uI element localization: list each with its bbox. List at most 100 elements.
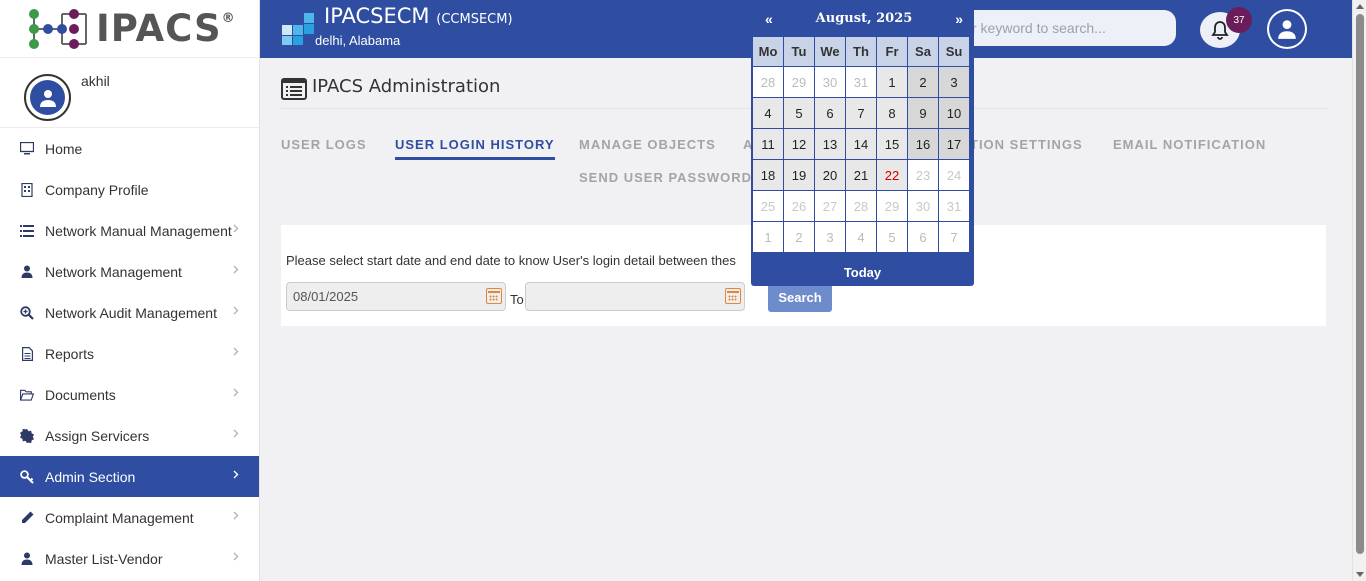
chevron-right-icon — [233, 511, 239, 523]
calendar-day[interactable]: 28 — [753, 67, 783, 97]
calendar-day[interactable]: 28 — [846, 191, 876, 221]
tab-user-logs[interactable]: USER LOGS — [281, 137, 367, 152]
user-avatar-icon — [1278, 20, 1296, 39]
calendar-day[interactable]: 14 — [846, 129, 876, 159]
search-button[interactable]: Search — [768, 283, 832, 312]
sidebar-item-admin-section[interactable]: Admin Section — [0, 456, 259, 497]
calendar-day[interactable]: 5 — [784, 98, 814, 128]
month-label[interactable]: August, 2025 — [816, 11, 913, 26]
tab-manage-objects[interactable]: MANAGE OBJECTS — [579, 137, 716, 152]
calendar-day-today[interactable]: 22 — [877, 160, 907, 190]
calendar-day[interactable]: 8 — [877, 98, 907, 128]
sidebar-item-documents[interactable]: Documents — [0, 374, 259, 415]
search-input[interactable]: r keyword to search... — [960, 10, 1176, 46]
calendar-day[interactable]: 4 — [753, 98, 783, 128]
logo[interactable]: IPACS® — [0, 0, 259, 58]
start-date-value: 08/01/2025 — [293, 289, 359, 304]
calendar-day[interactable]: 16 — [908, 129, 938, 159]
calendar-day[interactable]: 6 — [908, 222, 938, 252]
calendar-day[interactable]: 13 — [815, 129, 845, 159]
calendar-day[interactable]: 3 — [939, 67, 969, 97]
calendar-day[interactable]: 31 — [846, 67, 876, 97]
company-location: delhi, Alabama — [315, 33, 401, 48]
scroll-up-arrow[interactable] — [1356, 4, 1364, 9]
notification-badge: 37 — [1226, 7, 1252, 33]
calendar-day[interactable]: 20 — [815, 160, 845, 190]
sidebar-item-home[interactable]: Home — [0, 128, 259, 169]
calendar-day[interactable]: 21 — [846, 160, 876, 190]
calendar-day[interactable]: 29 — [877, 191, 907, 221]
today-button[interactable]: Today — [751, 265, 974, 280]
sidebar-item-master-list-vendor[interactable]: Master List-Vendor — [0, 538, 259, 579]
calendar-day[interactable]: 26 — [784, 191, 814, 221]
calendar-day[interactable]: 3 — [815, 222, 845, 252]
user-icon — [20, 265, 34, 279]
list-icon — [20, 224, 34, 238]
calendar-day[interactable]: 30 — [908, 191, 938, 221]
calendar-day[interactable]: 17 — [939, 129, 969, 159]
sidebar-item-assign-servicers[interactable]: Assign Servicers — [0, 415, 259, 456]
calendar-day[interactable]: 4 — [846, 222, 876, 252]
page-scrollbar[interactable] — [1352, 0, 1366, 581]
calendar-day[interactable]: 9 — [908, 98, 938, 128]
calendar-day[interactable]: 15 — [877, 129, 907, 159]
scroll-down-arrow[interactable] — [1356, 572, 1364, 577]
calendar-day[interactable]: 7 — [846, 98, 876, 128]
calendar-day[interactable]: 24 — [939, 160, 969, 190]
calendar-icon[interactable] — [725, 288, 741, 304]
calendar-day[interactable]: 19 — [784, 160, 814, 190]
tab-user-login-history[interactable]: USER LOGIN HISTORY — [395, 137, 555, 160]
building-icon — [20, 182, 34, 197]
chevron-right-icon — [233, 429, 239, 441]
calendar-day[interactable]: 12 — [784, 129, 814, 159]
weekday-header: Su — [939, 37, 969, 66]
date-picker: « August, 2025 » Mo Tu We Th Fr Sa Su 28 29 30 31 1… — [751, 0, 974, 286]
next-month-button[interactable]: » — [955, 11, 963, 27]
scroll-thumb[interactable] — [1356, 14, 1364, 554]
calendar-day[interactable]: 5 — [877, 222, 907, 252]
end-date-input[interactable] — [525, 282, 745, 311]
calendar-day[interactable]: 25 — [753, 191, 783, 221]
calendar-day[interactable]: 10 — [939, 98, 969, 128]
calendar-day[interactable]: 29 — [784, 67, 814, 97]
sidebar-item-label: Complaint Management — [45, 509, 194, 526]
sidebar-item-network-audit-management[interactable]: Network Audit Management — [0, 292, 259, 333]
tab-email-notification[interactable]: EMAIL NOTIFICATION — [1113, 137, 1266, 152]
date-picker-grid: Mo Tu We Th Fr Sa Su 28 29 30 31 1 2 3 4 5 6 7 8 9 10 11 12 13 1… — [753, 37, 969, 252]
sidebar-item-network-management[interactable]: Network Management — [0, 251, 259, 292]
tab-tion-settings[interactable]: TION SETTINGS — [970, 137, 1083, 152]
header-avatar-button[interactable] — [1267, 9, 1307, 49]
sidebar-item-label: Company Profile — [45, 181, 149, 198]
calendar-day[interactable]: 30 — [815, 67, 845, 97]
calendar-day[interactable]: 18 — [753, 160, 783, 190]
calendar-day[interactable]: 31 — [939, 191, 969, 221]
sidebar-item-company-profile[interactable]: Company Profile — [0, 169, 259, 210]
calendar-day[interactable]: 2 — [908, 67, 938, 97]
calendar-day[interactable]: 27 — [815, 191, 845, 221]
sidebar-item-complaint-management[interactable]: Complaint Management — [0, 497, 259, 538]
calendar-day[interactable]: 7 — [939, 222, 969, 252]
calendar-day[interactable]: 23 — [908, 160, 938, 190]
calendar-icon[interactable] — [486, 288, 502, 304]
calendar-day[interactable]: 1 — [753, 222, 783, 252]
calendar-day[interactable]: 6 — [815, 98, 845, 128]
weekday-header: Th — [846, 37, 876, 66]
prev-month-button[interactable]: « — [765, 11, 773, 27]
chevron-right-icon — [233, 306, 239, 318]
sidebar-item-reports[interactable]: Reports — [0, 333, 259, 374]
calendar-day[interactable]: 11 — [753, 129, 783, 159]
key-icon — [20, 469, 34, 484]
start-date-input[interactable]: 08/01/2025 — [286, 282, 506, 311]
weekday-header: Sa — [908, 37, 938, 66]
instruction-text: Please select start date and end date to… — [286, 253, 736, 268]
user-profile[interactable]: akhil — [0, 58, 259, 128]
logo-network-icon — [29, 8, 87, 49]
sidebar-item-label: Home — [45, 140, 83, 157]
avatar — [24, 74, 71, 121]
calendar-day[interactable]: 2 — [784, 222, 814, 252]
sidebar-item-network-manual-management[interactable]: Network Manual Management — [0, 210, 259, 251]
chevron-right-icon — [233, 470, 239, 482]
tab-send-user-passwords[interactable]: SEND USER PASSWORDS — [579, 170, 762, 185]
pencil-icon — [20, 511, 34, 525]
calendar-day[interactable]: 1 — [877, 67, 907, 97]
